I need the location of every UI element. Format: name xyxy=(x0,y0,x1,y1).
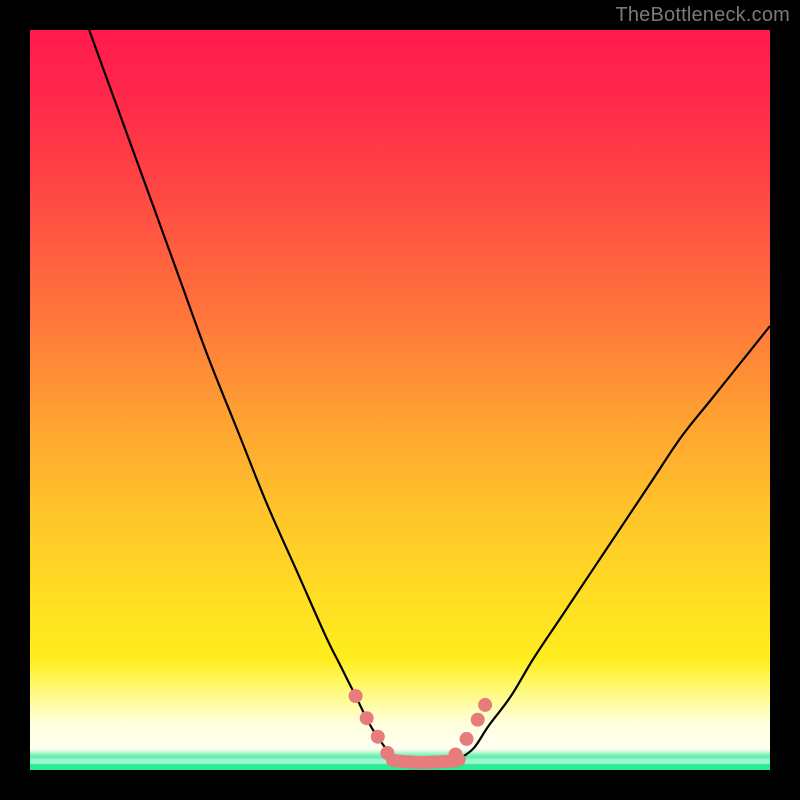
data-marker xyxy=(360,711,374,725)
data-marker xyxy=(371,730,385,744)
data-marker xyxy=(449,748,463,762)
valley-floor-path xyxy=(393,760,460,763)
data-marker xyxy=(380,746,394,760)
data-marker xyxy=(349,689,363,703)
chart-svg xyxy=(30,30,770,770)
chart-frame: TheBottleneck.com xyxy=(0,0,800,800)
watermark-text: TheBottleneck.com xyxy=(615,4,790,27)
data-marker xyxy=(478,698,492,712)
left-curve-path xyxy=(89,30,392,759)
data-marker xyxy=(460,732,474,746)
curve-layer xyxy=(89,30,770,763)
right-curve-path xyxy=(459,326,770,759)
data-marker xyxy=(471,713,485,727)
